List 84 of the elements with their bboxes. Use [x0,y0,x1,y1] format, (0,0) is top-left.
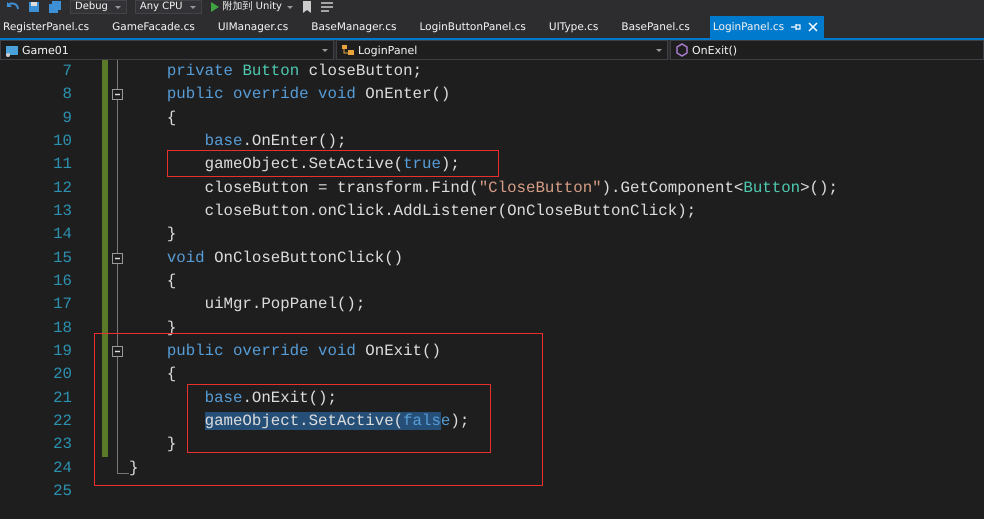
line-number: 22 [52,410,72,432]
project-icon [5,43,19,57]
caret-icon [188,4,196,10]
code-token: { [166,272,176,290]
code-token: base [204,132,242,150]
member-dropdown[interactable]: OnExit() [670,40,984,60]
line-number: 14 [52,224,72,246]
classes-icon [341,43,355,57]
line-number: 9 [62,108,72,129]
code-token: closeButton; [308,62,422,80]
cube-icon [675,43,689,57]
code-token: Button [743,178,800,197]
code-token: public override void [166,85,356,104]
bookmark-icon [302,1,312,13]
line-number: 16 [52,270,72,292]
code-token: closeButton.onClick.AddListener(OnCloseButtonClick); [204,202,696,220]
configuration-dropdown[interactable]: Debug [70,0,127,14]
code-token: e [440,412,450,430]
caret-icon [321,47,329,53]
code-token: void [166,248,205,267]
selected-code: gameObject.SetActive( [204,412,404,430]
file-tab[interactable]: LoginButtonPanel.cs [416,16,530,38]
attach-button[interactable]: 附加到 Unity [210,1,294,13]
file-tab[interactable]: BaseManager.cs [308,16,400,38]
code-token: private [166,62,234,80]
configuration-dropdown[interactable]: Any CPU [134,0,202,14]
line-number: 25 [52,480,72,502]
line-number: 11 [52,154,72,176]
code-token: uiMgr.PopPanel(); [204,295,366,314]
code-token: "CloseButton" [478,178,602,197]
line-number: 13 [52,200,72,222]
line-number: 18 [52,318,72,339]
comment-icon [320,1,334,13]
collapse-icon[interactable] [112,346,123,357]
code-token: } [166,435,176,454]
file-tab[interactable]: UIType.cs [546,16,602,38]
file-tab[interactable]: BasePanel.cs [618,16,694,38]
line-number: 8 [62,84,72,106]
line-number: 24 [52,458,72,479]
file-tab[interactable]: GameFacade.cs [109,16,199,38]
save-icon [28,1,40,13]
line-number: 20 [52,364,72,386]
pin-icon [790,22,802,32]
code-token: .OnExit(); [242,388,337,407]
code-token: ); [440,155,460,174]
code-token: true [403,155,441,174]
caret-icon [286,4,294,10]
code-token: gameObject.SetActive( [204,155,404,174]
code-token: public override void [166,342,356,360]
code-token: { [166,365,176,384]
save-all-icon [48,1,62,13]
line-number: 17 [52,294,72,316]
collapse-icon[interactable] [112,252,123,264]
line-number: 21 [52,388,72,409]
code-token: closeButton = transform.Find( [204,178,479,197]
caret-icon [655,47,663,53]
line-number: 23 [52,434,72,456]
code-token: Button [242,62,300,80]
code-token: OnCloseButtonClick() [213,248,404,267]
code-token: OnEnter() [364,85,450,104]
file-tab[interactable]: UIManager.cs [214,16,292,38]
code-token: base [204,388,242,407]
code-token: { [166,108,176,127]
caret-icon [114,4,122,10]
selected-code: fals [403,412,441,430]
code-token: } [166,225,176,244]
code-token: >(); [800,178,838,197]
collapse-icon[interactable] [112,89,123,100]
file-tab[interactable]: RegisterPanel.cs [0,16,94,38]
code-token: .OnEnter(); [242,132,346,150]
close-icon [808,22,818,32]
line-number: 15 [52,248,72,269]
play-icon [210,2,218,12]
line-number: 12 [52,178,72,199]
file-tab[interactable]: LoginPanel.cs [710,16,824,38]
code-token: } [129,458,138,477]
line-number: 19 [52,340,72,362]
class-dropdown[interactable]: LoginPanel [336,40,668,60]
code-token: OnExit() [364,342,441,360]
line-number: 10 [52,130,72,152]
line-number: 7 [62,61,72,82]
code-token: ); [450,412,470,430]
code-token: ).GetComponent< [602,178,744,197]
project-dropdown[interactable]: Game01 [0,40,334,60]
